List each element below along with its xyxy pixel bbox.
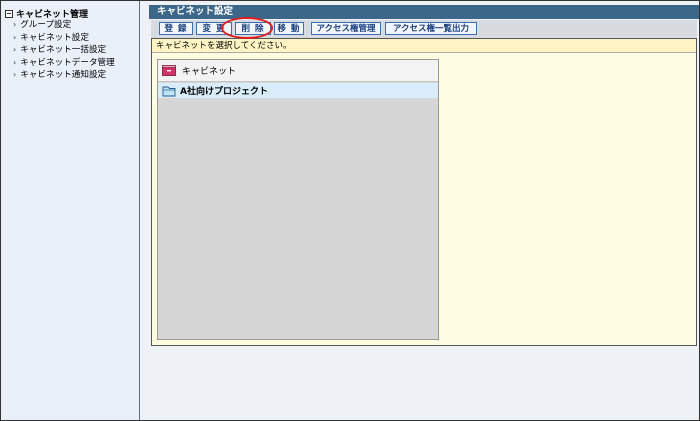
folder-icon [162, 86, 176, 96]
sidebar-item-label: キャビネット一括設定 [20, 45, 107, 56]
cabinet-tree: キャビネット A社向けプロジェクト [157, 59, 439, 340]
sidebar-item-label: キャビネット設定 [20, 32, 89, 43]
tree-root-cabinet[interactable]: キャビネット [158, 60, 438, 82]
sidebar-item-cabinet-notification-settings[interactable]: › キャビネット通知設定 [13, 69, 115, 82]
tree-root-label: キャビネット [182, 67, 237, 77]
delete-button[interactable]: 削 除 [235, 22, 271, 35]
sidebar: キャビネット管理 › グループ設定 › キャビネット設定 › キャビネット一括設… [1, 1, 140, 420]
move-button[interactable]: 移 動 [274, 22, 304, 35]
instruction-message: キャビネットを選択してください。 [152, 39, 696, 53]
sidebar-item-cabinet-data-management[interactable]: › キャビネットデータ管理 [13, 57, 115, 70]
chevron-right-icon: › [13, 70, 17, 80]
cabinet-panel: キャビネットを選択してください。 キャビネット A社向けプロジェクト [151, 38, 697, 346]
sidebar-item-label: キャビネットデータ管理 [20, 57, 115, 68]
sidebar-menu: › グループ設定 › キャビネット設定 › キャビネット一括設定 › キャビネッ… [13, 19, 115, 82]
chevron-right-icon: › [13, 32, 17, 42]
app-window: キャビネット管理 › グループ設定 › キャビネット設定 › キャビネット一括設… [0, 0, 700, 421]
chevron-right-icon: › [13, 57, 17, 67]
toolbar: 登 録 変 更 削 除 移 動 アクセス権管理 アクセス権一覧出力 [151, 20, 697, 38]
sidebar-item-group-settings[interactable]: › グループ設定 [13, 19, 115, 32]
main-content: キャビネット設定 登 録 変 更 削 除 移 動 アクセス権管理 アクセス権一覧… [149, 1, 699, 420]
page-title: キャビネット設定 [149, 5, 699, 19]
cabinet-icon [162, 65, 176, 76]
change-button[interactable]: 変 更 [196, 22, 232, 35]
register-button[interactable]: 登 録 [159, 22, 193, 35]
tree-item-label: A社向けプロジェクト [180, 87, 268, 97]
sidebar-item-cabinet-settings[interactable]: › キャビネット設定 [13, 32, 115, 45]
sidebar-item-label: キャビネット通知設定 [20, 70, 107, 81]
collapse-icon[interactable] [5, 9, 13, 18]
chevron-right-icon: › [13, 45, 17, 55]
tree-item-project[interactable]: A社向けプロジェクト [158, 83, 438, 98]
sidebar-item-label: グループ設定 [20, 20, 72, 30]
access-list-output-button[interactable]: アクセス権一覧出力 [385, 22, 477, 35]
sidebar-item-cabinet-bulk-settings[interactable]: › キャビネット一括設定 [13, 44, 115, 57]
chevron-right-icon: › [13, 20, 17, 29]
access-manage-button[interactable]: アクセス権管理 [311, 22, 381, 35]
